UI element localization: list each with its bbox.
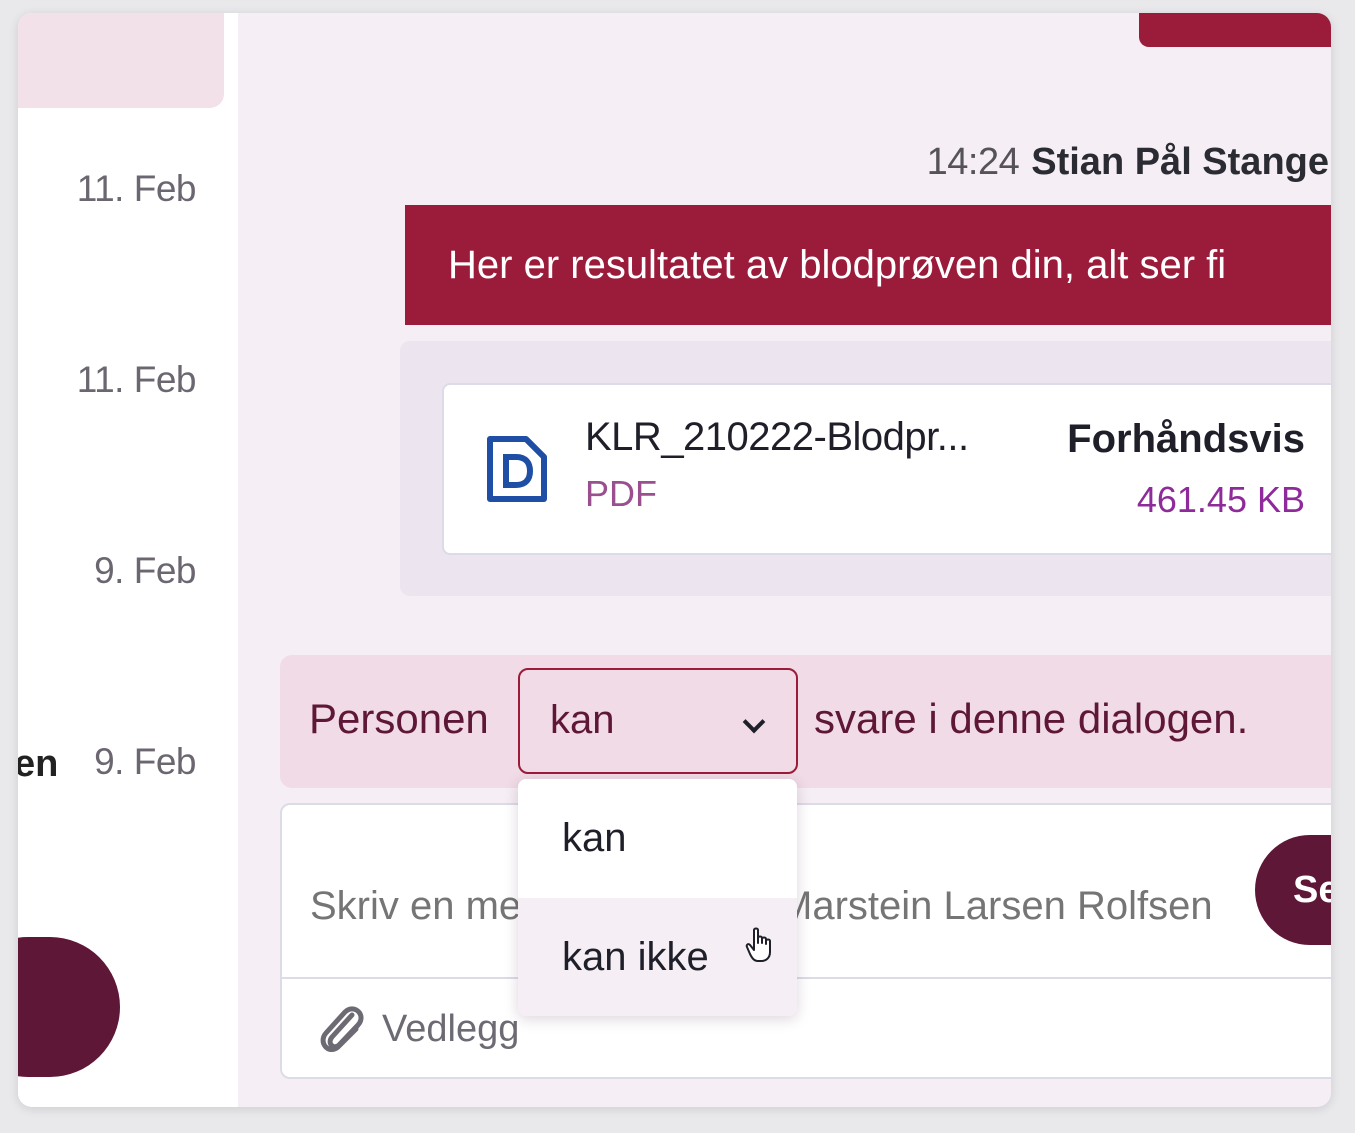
permission-bar: Personen kan svare i denne dialogen. (280, 655, 1331, 788)
permission-select-value: kan (550, 698, 615, 742)
top-action-button[interactable] (1139, 13, 1331, 47)
conversation-date: 9. Feb (94, 550, 196, 591)
attach-label: Vedlegg (382, 1007, 520, 1050)
conversation-sidebar: 11. Feb 11. Feb 9. Feb 9. Feb en (18, 13, 238, 1107)
preview-link[interactable]: Forhåndsvis (1067, 417, 1305, 462)
new-message-button[interactable] (18, 937, 120, 1077)
message-meta: 14:24 Stian Pål Stange (927, 141, 1329, 184)
permission-dropdown-menu: kan kan ikke (518, 779, 797, 1016)
message-bubble: Her er resultatet av blodprøven din, alt… (405, 205, 1331, 325)
permission-select[interactable]: kan (518, 668, 798, 774)
message-composer: Se Vedlegg (280, 803, 1331, 1079)
attach-button[interactable]: Vedlegg (316, 1001, 519, 1057)
conversation-date: 11. Feb (76, 359, 197, 400)
file-type: PDF (585, 473, 657, 514)
pdf-document-icon (487, 436, 547, 502)
chevron-down-icon (742, 710, 766, 734)
permission-suffix: svare i denne dialogen. (814, 695, 1249, 742)
conversation-date: 9. Feb (94, 741, 196, 782)
hand-pointer-icon (745, 927, 771, 962)
permission-prefix: Personen (309, 695, 489, 742)
dropdown-option-kan[interactable]: kan (518, 779, 797, 897)
attachment-container: KLR_210222-Blodpr... PDF Forhåndsvis 461… (400, 341, 1331, 596)
message-input[interactable] (282, 805, 1331, 977)
file-name: KLR_210222-Blodpr... (585, 415, 969, 459)
conversation-title-fragment: en (18, 743, 59, 785)
message-time: 14:24 (926, 141, 1020, 183)
conversation-date: 11. Feb (76, 168, 197, 209)
composer-footer: Vedlegg (282, 977, 1331, 1077)
file-attachment-card[interactable]: KLR_210222-Blodpr... PDF Forhåndsvis 461… (442, 383, 1331, 555)
paperclip-icon (320, 1006, 364, 1052)
file-size: 461.45 KB (1136, 479, 1305, 520)
sidebar-selected-item[interactable] (18, 13, 224, 108)
message-sender: Stian Pål Stange (1031, 141, 1329, 183)
